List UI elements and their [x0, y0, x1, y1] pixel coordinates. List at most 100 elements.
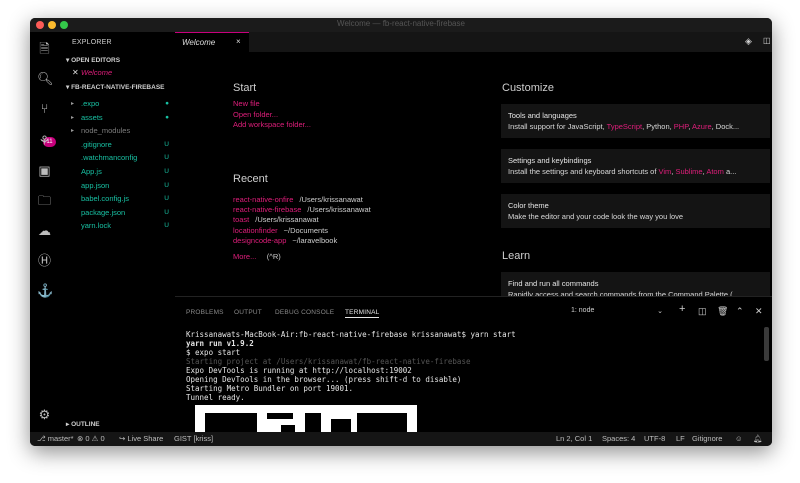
- file-tree-item[interactable]: .gitignore U: [59, 139, 175, 151]
- language-mode[interactable]: Gitignore: [692, 434, 722, 443]
- activity-bar: 🗎 🔍︎ ⑂ 11 ⚘ ▣ 🗀 ☁ Ⓗ ⚓ ⚙: [30, 32, 59, 432]
- add-workspace-link[interactable]: Add workspace folder...: [233, 120, 311, 129]
- problems-status[interactable]: ⊗ 0 ⚠ 0: [77, 434, 105, 443]
- settings-keybindings-card[interactable]: Settings and keybindings Install the set…: [501, 149, 770, 183]
- folder-icon[interactable]: 🗀: [37, 193, 52, 208]
- window-title: Welcome — fb-react-native-firebase: [337, 19, 465, 28]
- explorer-sidebar: EXPLORER ▾ OPEN EDITORS ✕ Welcome ▾ FB-R…: [59, 32, 175, 432]
- git-status-badge: ●: [165, 113, 169, 121]
- trash-icon[interactable]: 🗑︎: [717, 306, 728, 317]
- git-status-badge: U: [164, 208, 169, 216]
- file-tree-item[interactable]: babel.config.js U: [59, 193, 175, 205]
- commands-card[interactable]: Find and run all commands Rapidly access…: [501, 272, 770, 299]
- live-share-icon: ↪: [119, 434, 126, 443]
- outline-section[interactable]: ▸ OUTLINE: [66, 420, 100, 428]
- encoding[interactable]: UTF-8: [644, 434, 665, 443]
- file-tree-item[interactable]: ▸ assets ●: [59, 112, 175, 124]
- debug-icon[interactable]: ⚘: [37, 133, 52, 148]
- line-ending[interactable]: LF: [676, 434, 685, 443]
- terminal-line: yarn run v1.9.2: [186, 339, 254, 348]
- project-section[interactable]: ▾ FB-REACT-NATIVE-FIREBASE: [66, 83, 164, 91]
- branch-status[interactable]: ⎇ master*: [37, 434, 74, 443]
- sublime-link[interactable]: Sublime: [675, 167, 702, 176]
- docker-icon[interactable]: ⚓: [37, 283, 53, 298]
- feedback-smiley-icon[interactable]: ☺: [735, 434, 743, 443]
- remote-explorer-icon[interactable]: ☁: [37, 223, 52, 238]
- terminal-scrollbar[interactable]: [764, 327, 769, 361]
- status-bar: ⎇ master* ⊗ 0 ⚠ 0 ↪ Live Share GIST [kri…: [30, 432, 772, 446]
- open-editor-item[interactable]: ✕ Welcome: [59, 67, 175, 79]
- editor-area: Welcome × ◈ ◫ Start New file Open folder…: [175, 32, 772, 299]
- cursor-position[interactable]: Ln 2, Col 1: [556, 434, 592, 443]
- git-status-badge: U: [164, 222, 169, 230]
- close-panel-icon[interactable]: ✕: [755, 306, 763, 317]
- typescript-link[interactable]: TypeScript: [607, 122, 642, 131]
- tab-output[interactable]: OUTPUT: [234, 309, 262, 316]
- azure-link[interactable]: Azure: [692, 122, 712, 131]
- recent-item-link[interactable]: designcode-app: [233, 236, 286, 245]
- settings-gear-icon[interactable]: ⚙: [37, 407, 52, 422]
- live-share-status[interactable]: ↪ Live Share: [119, 434, 163, 443]
- file-tree-item-name: .watchmanconfig: [81, 153, 138, 163]
- project-label: FB-REACT-NATIVE-FIREBASE: [71, 84, 165, 91]
- terminal-line: Tunnel ready.: [186, 393, 245, 402]
- file-tree-item[interactable]: yarn.lock U: [59, 220, 175, 232]
- new-terminal-icon[interactable]: +: [679, 303, 685, 315]
- color-theme-card[interactable]: Color theme Make the editor and your cod…: [501, 194, 770, 228]
- php-link[interactable]: PHP: [674, 122, 688, 131]
- tab-welcome[interactable]: Welcome ×: [175, 32, 249, 53]
- atom-link[interactable]: Atom: [706, 167, 724, 176]
- open-editors-section[interactable]: ▾ OPEN EDITORS: [66, 56, 120, 64]
- git-compare-icon[interactable]: ◈: [745, 36, 752, 47]
- warning-icon: ⚠: [91, 434, 99, 443]
- more-link[interactable]: More...: [233, 252, 256, 261]
- error-count: 0: [85, 434, 90, 443]
- extensions-icon[interactable]: ▣: [37, 163, 52, 178]
- tab-problems[interactable]: PROBLEMS: [186, 309, 224, 316]
- source-control-icon[interactable]: ⑂: [37, 101, 52, 116]
- learn-heading: Learn: [502, 250, 531, 262]
- notifications-bell-icon[interactable]: 🔔︎: [753, 434, 763, 443]
- file-tree-item[interactable]: App.js U: [59, 166, 175, 178]
- theme-title: Color theme: [508, 201, 549, 210]
- file-tree-item[interactable]: .watchmanconfig U: [59, 152, 175, 164]
- tab-bar: Welcome × ◈ ◫: [175, 32, 772, 53]
- close-icon[interactable]: ✕: [72, 67, 79, 79]
- open-folder-link[interactable]: Open folder...: [233, 110, 278, 119]
- open-editors-label: OPEN EDITORS: [71, 57, 121, 64]
- gitlens-icon[interactable]: Ⓗ: [37, 253, 52, 268]
- split-editor-icon[interactable]: ◫: [763, 36, 771, 45]
- terminal-select[interactable]: 1: node ⌄: [571, 307, 666, 318]
- terminal-line: $ expo start: [186, 348, 241, 357]
- split-terminal-icon[interactable]: ◫: [698, 306, 707, 317]
- file-tree-item[interactable]: ▸ .expo ●: [59, 98, 175, 110]
- search-icon[interactable]: 🔍︎: [37, 71, 54, 86]
- chevron-right-icon: ▸: [71, 114, 75, 121]
- open-editor-label: Welcome: [81, 68, 113, 77]
- tab-terminal[interactable]: TERMINAL: [345, 309, 380, 318]
- file-tree-item-name: App.js: [81, 167, 102, 176]
- settings-desc: Install the settings and keyboard shortc…: [508, 167, 764, 176]
- terminal-select-value: 1: node: [571, 307, 595, 314]
- tools-languages-card[interactable]: Tools and languages Install support for …: [501, 104, 770, 138]
- vim-link[interactable]: Vim: [659, 167, 672, 176]
- chevron-right-icon: ▸: [71, 101, 75, 107]
- files-icon[interactable]: 🗎: [37, 41, 52, 56]
- git-status-badge: U: [164, 140, 169, 148]
- chevron-up-icon[interactable]: ⌃: [736, 306, 744, 317]
- new-file-link[interactable]: New file: [233, 99, 260, 108]
- start-heading: Start: [233, 82, 257, 94]
- indentation[interactable]: Spaces: 4: [602, 434, 635, 443]
- outline-label: OUTLINE: [71, 421, 100, 428]
- file-tree-item[interactable]: package.json U: [59, 207, 175, 219]
- file-tree-item-name: .expo: [81, 99, 100, 108]
- tab-debug-console[interactable]: DEBUG CONSOLE: [275, 309, 334, 316]
- close-icon[interactable]: ×: [236, 37, 241, 46]
- file-tree-item[interactable]: app.json U: [59, 180, 175, 192]
- file-tree-item-name: .gitignore: [81, 139, 112, 149]
- bottom-panel: PROBLEMS OUTPUT DEBUG CONSOLE TERMINAL 1…: [175, 296, 772, 445]
- tab-welcome-label: Welcome: [182, 38, 216, 47]
- file-tree-item[interactable]: ▸ node_modules: [59, 125, 175, 137]
- gist-status[interactable]: GIST [kriss]: [174, 434, 213, 443]
- file-tree-item-name: yarn.lock: [81, 221, 112, 231]
